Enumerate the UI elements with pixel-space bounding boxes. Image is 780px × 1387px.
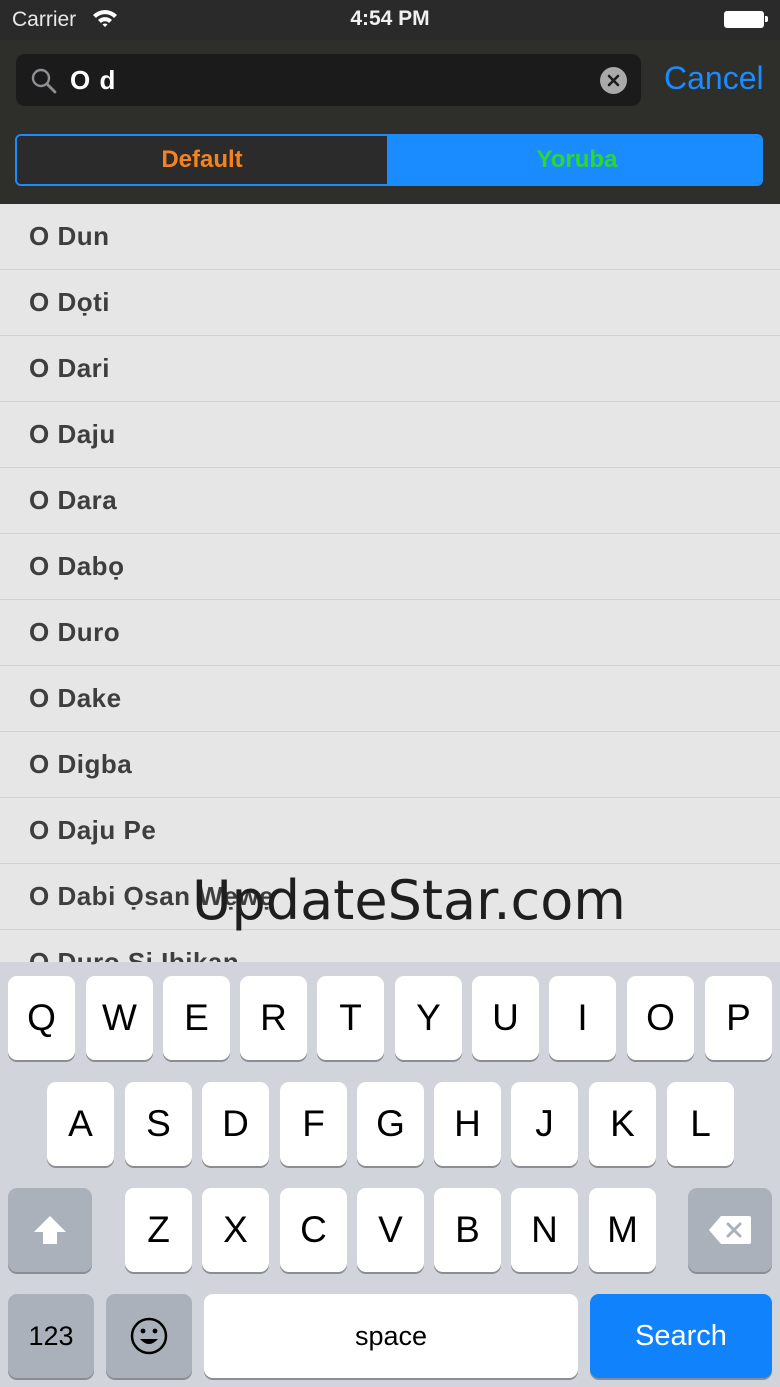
key-c[interactable]: C bbox=[280, 1188, 347, 1272]
key-b[interactable]: B bbox=[434, 1188, 501, 1272]
key-l[interactable]: L bbox=[667, 1082, 734, 1166]
key-r[interactable]: R bbox=[240, 976, 307, 1060]
search-key[interactable]: Search bbox=[590, 1294, 772, 1378]
key-g[interactable]: G bbox=[357, 1082, 424, 1166]
status-bar: Carrier 4:54 PM bbox=[0, 0, 780, 40]
cancel-button[interactable]: Cancel bbox=[664, 60, 764, 97]
emoji-key[interactable] bbox=[106, 1294, 192, 1378]
list-item[interactable]: O Dabọ bbox=[0, 534, 780, 600]
list-item[interactable]: O Dun bbox=[0, 204, 780, 270]
search-query-text[interactable]: O d bbox=[70, 65, 116, 96]
list-item[interactable]: O Dake bbox=[0, 666, 780, 732]
key-w[interactable]: W bbox=[86, 976, 153, 1060]
search-icon bbox=[31, 68, 57, 94]
key-v[interactable]: V bbox=[357, 1188, 424, 1272]
language-segmented-control: Default Yoruba bbox=[15, 134, 763, 186]
emoji-icon bbox=[130, 1317, 168, 1355]
key-s[interactable]: S bbox=[125, 1082, 192, 1166]
key-q[interactable]: Q bbox=[8, 976, 75, 1060]
list-item[interactable]: O Duro bbox=[0, 600, 780, 666]
key-n[interactable]: N bbox=[511, 1188, 578, 1272]
key-h[interactable]: H bbox=[434, 1082, 501, 1166]
key-f[interactable]: F bbox=[280, 1082, 347, 1166]
results-list[interactable]: O Dun O Dọti O Dari O Daju O Dara O Dabọ… bbox=[0, 204, 780, 962]
backspace-icon bbox=[709, 1216, 751, 1244]
key-x[interactable]: X bbox=[202, 1188, 269, 1272]
key-i[interactable]: I bbox=[549, 976, 616, 1060]
key-j[interactable]: J bbox=[511, 1082, 578, 1166]
key-p[interactable]: P bbox=[705, 976, 772, 1060]
key-y[interactable]: Y bbox=[395, 976, 462, 1060]
search-header: O d Cancel Default Yoruba bbox=[0, 40, 780, 204]
shift-arrow-icon bbox=[34, 1216, 66, 1244]
space-key[interactable]: space bbox=[204, 1294, 578, 1378]
list-item[interactable]: O Dari bbox=[0, 336, 780, 402]
key-m[interactable]: M bbox=[589, 1188, 656, 1272]
shift-key[interactable] bbox=[8, 1188, 92, 1272]
key-t[interactable]: T bbox=[317, 976, 384, 1060]
key-o[interactable]: O bbox=[627, 976, 694, 1060]
delete-key[interactable] bbox=[688, 1188, 772, 1272]
list-item[interactable]: O Digba bbox=[0, 732, 780, 798]
list-item[interactable]: O Dọti bbox=[0, 270, 780, 336]
key-k[interactable]: K bbox=[589, 1082, 656, 1166]
clock: 4:54 PM bbox=[350, 7, 430, 30]
list-item[interactable]: O Daju bbox=[0, 402, 780, 468]
key-a[interactable]: A bbox=[47, 1082, 114, 1166]
search-input[interactable]: O d bbox=[16, 54, 641, 106]
key-d[interactable]: D bbox=[202, 1082, 269, 1166]
battery-icon bbox=[724, 11, 768, 28]
key-e[interactable]: E bbox=[163, 976, 230, 1060]
clear-search-icon[interactable] bbox=[600, 67, 627, 94]
list-item[interactable]: O Daju Pe bbox=[0, 798, 780, 864]
list-item[interactable]: O Duro Si Ibikan bbox=[0, 930, 780, 962]
segment-default[interactable]: Default bbox=[17, 136, 389, 184]
segment-yoruba[interactable]: Yoruba bbox=[389, 136, 761, 184]
numbers-key[interactable]: 123 bbox=[8, 1294, 94, 1378]
key-u[interactable]: U bbox=[472, 976, 539, 1060]
list-item[interactable]: O Dara bbox=[0, 468, 780, 534]
keyboard: Q W E R T Y U I O P A S D F G H J K L Z … bbox=[0, 962, 780, 1387]
watermark: UpdateStar.com bbox=[192, 869, 626, 932]
key-z[interactable]: Z bbox=[125, 1188, 192, 1272]
